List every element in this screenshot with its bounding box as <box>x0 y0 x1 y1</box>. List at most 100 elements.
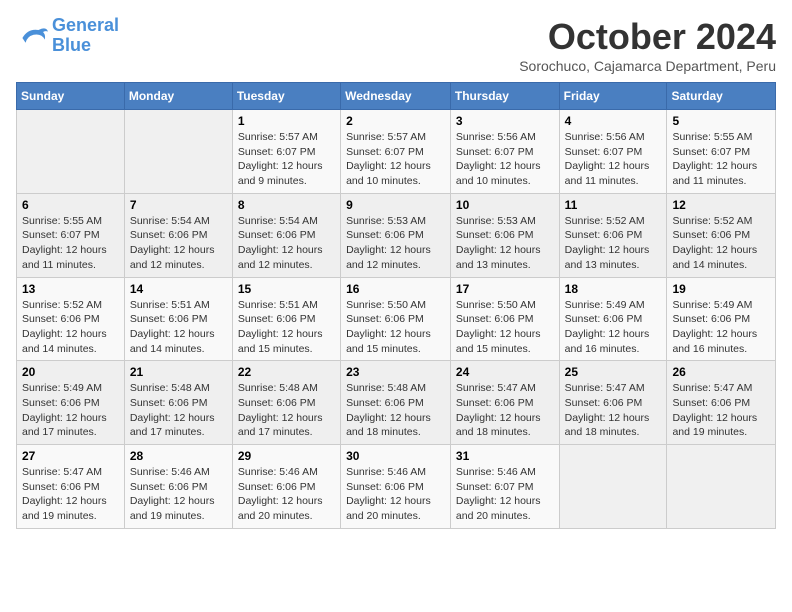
day-number: 8 <box>238 198 335 212</box>
day-number: 16 <box>346 282 445 296</box>
calendar-cell: 20 Sunrise: 5:49 AM Sunset: 6:06 PM Dayli… <box>17 361 125 445</box>
calendar-cell: 13 Sunrise: 5:52 AM Sunset: 6:06 PM Dayli… <box>17 277 125 361</box>
calendar-cell: 14 Sunrise: 5:51 AM Sunset: 6:06 PM Dayli… <box>124 277 232 361</box>
day-number: 5 <box>672 114 770 128</box>
weekday-header-tuesday: Tuesday <box>232 83 340 110</box>
day-info: Sunrise: 5:52 AM Sunset: 6:06 PM Dayligh… <box>565 214 662 273</box>
day-info: Sunrise: 5:47 AM Sunset: 6:06 PM Dayligh… <box>456 381 554 440</box>
day-number: 19 <box>672 282 770 296</box>
day-number: 30 <box>346 449 445 463</box>
week-row-4: 20 Sunrise: 5:49 AM Sunset: 6:06 PM Dayli… <box>17 361 776 445</box>
day-number: 20 <box>22 365 119 379</box>
day-info: Sunrise: 5:55 AM Sunset: 6:07 PM Dayligh… <box>22 214 119 273</box>
day-info: Sunrise: 5:56 AM Sunset: 6:07 PM Dayligh… <box>565 130 662 189</box>
day-info: Sunrise: 5:53 AM Sunset: 6:06 PM Dayligh… <box>456 214 554 273</box>
calendar-cell: 12 Sunrise: 5:52 AM Sunset: 6:06 PM Dayli… <box>667 193 776 277</box>
week-row-2: 6 Sunrise: 5:55 AM Sunset: 6:07 PM Daylig… <box>17 193 776 277</box>
calendar-cell: 17 Sunrise: 5:50 AM Sunset: 6:06 PM Dayli… <box>450 277 559 361</box>
day-info: Sunrise: 5:46 AM Sunset: 6:06 PM Dayligh… <box>346 465 445 524</box>
logo-blue: Blue <box>52 35 91 55</box>
day-info: Sunrise: 5:52 AM Sunset: 6:06 PM Dayligh… <box>22 298 119 357</box>
calendar-cell: 10 Sunrise: 5:53 AM Sunset: 6:06 PM Dayli… <box>450 193 559 277</box>
page-header: General Blue October 2024 Sorochuco, Caj… <box>16 16 776 74</box>
day-info: Sunrise: 5:56 AM Sunset: 6:07 PM Dayligh… <box>456 130 554 189</box>
day-info: Sunrise: 5:46 AM Sunset: 6:07 PM Dayligh… <box>456 465 554 524</box>
day-number: 6 <box>22 198 119 212</box>
day-info: Sunrise: 5:46 AM Sunset: 6:06 PM Dayligh… <box>130 465 227 524</box>
day-number: 17 <box>456 282 554 296</box>
calendar-cell <box>559 445 667 529</box>
calendar-cell: 6 Sunrise: 5:55 AM Sunset: 6:07 PM Daylig… <box>17 193 125 277</box>
day-number: 7 <box>130 198 227 212</box>
month-title: October 2024 <box>519 16 776 58</box>
day-info: Sunrise: 5:50 AM Sunset: 6:06 PM Dayligh… <box>456 298 554 357</box>
calendar-cell: 8 Sunrise: 5:54 AM Sunset: 6:06 PM Daylig… <box>232 193 340 277</box>
calendar-cell: 24 Sunrise: 5:47 AM Sunset: 6:06 PM Dayli… <box>450 361 559 445</box>
day-info: Sunrise: 5:47 AM Sunset: 6:06 PM Dayligh… <box>22 465 119 524</box>
day-info: Sunrise: 5:52 AM Sunset: 6:06 PM Dayligh… <box>672 214 770 273</box>
day-number: 15 <box>238 282 335 296</box>
calendar-cell: 1 Sunrise: 5:57 AM Sunset: 6:07 PM Daylig… <box>232 110 340 194</box>
weekday-header-sunday: Sunday <box>17 83 125 110</box>
calendar-cell: 29Sunrise: 5:46 AM Sunset: 6:06 PM Dayli… <box>232 445 340 529</box>
day-info: Sunrise: 5:51 AM Sunset: 6:06 PM Dayligh… <box>238 298 335 357</box>
day-number: 27 <box>22 449 119 463</box>
day-info: Sunrise: 5:47 AM Sunset: 6:06 PM Dayligh… <box>672 381 770 440</box>
calendar-cell <box>17 110 125 194</box>
weekday-header-friday: Friday <box>559 83 667 110</box>
day-number: 13 <box>22 282 119 296</box>
day-number: 26 <box>672 365 770 379</box>
calendar-cell: 21 Sunrise: 5:48 AM Sunset: 6:06 PM Dayli… <box>124 361 232 445</box>
day-number: 12 <box>672 198 770 212</box>
day-number: 24 <box>456 365 554 379</box>
calendar-cell <box>124 110 232 194</box>
calendar-cell: 5 Sunrise: 5:55 AM Sunset: 6:07 PM Daylig… <box>667 110 776 194</box>
day-number: 3 <box>456 114 554 128</box>
calendar-cell: 7Sunrise: 5:54 AM Sunset: 6:06 PM Daylig… <box>124 193 232 277</box>
calendar-cell <box>667 445 776 529</box>
day-number: 10 <box>456 198 554 212</box>
day-number: 1 <box>238 114 335 128</box>
calendar-cell: 18Sunrise: 5:49 AM Sunset: 6:06 PM Dayli… <box>559 277 667 361</box>
day-number: 21 <box>130 365 227 379</box>
day-info: Sunrise: 5:57 AM Sunset: 6:07 PM Dayligh… <box>346 130 445 189</box>
weekday-header-monday: Monday <box>124 83 232 110</box>
calendar-cell: 25Sunrise: 5:47 AM Sunset: 6:06 PM Dayli… <box>559 361 667 445</box>
weekday-header-row: SundayMondayTuesdayWednesdayThursdayFrid… <box>17 83 776 110</box>
calendar-cell: 3 Sunrise: 5:56 AM Sunset: 6:07 PM Daylig… <box>450 110 559 194</box>
calendar-cell: 15 Sunrise: 5:51 AM Sunset: 6:06 PM Dayli… <box>232 277 340 361</box>
day-number: 11 <box>565 198 662 212</box>
day-info: Sunrise: 5:54 AM Sunset: 6:06 PM Dayligh… <box>238 214 335 273</box>
day-number: 4 <box>565 114 662 128</box>
day-number: 23 <box>346 365 445 379</box>
day-number: 14 <box>130 282 227 296</box>
day-info: Sunrise: 5:49 AM Sunset: 6:06 PM Dayligh… <box>672 298 770 357</box>
logo-icon <box>16 22 48 50</box>
day-info: Sunrise: 5:48 AM Sunset: 6:06 PM Dayligh… <box>346 381 445 440</box>
calendar-cell: 16 Sunrise: 5:50 AM Sunset: 6:06 PM Dayli… <box>341 277 451 361</box>
title-block: October 2024 Sorochuco, Cajamarca Depart… <box>519 16 776 74</box>
day-number: 29 <box>238 449 335 463</box>
calendar-cell: 19 Sunrise: 5:49 AM Sunset: 6:06 PM Dayli… <box>667 277 776 361</box>
calendar-cell: 11 Sunrise: 5:52 AM Sunset: 6:06 PM Dayli… <box>559 193 667 277</box>
day-info: Sunrise: 5:53 AM Sunset: 6:06 PM Dayligh… <box>346 214 445 273</box>
day-info: Sunrise: 5:51 AM Sunset: 6:06 PM Dayligh… <box>130 298 227 357</box>
calendar-cell: 23 Sunrise: 5:48 AM Sunset: 6:06 PM Dayli… <box>341 361 451 445</box>
calendar-cell: 28Sunrise: 5:46 AM Sunset: 6:06 PM Dayli… <box>124 445 232 529</box>
day-info: Sunrise: 5:55 AM Sunset: 6:07 PM Dayligh… <box>672 130 770 189</box>
calendar-table: SundayMondayTuesdayWednesdayThursdayFrid… <box>16 82 776 529</box>
day-number: 18 <box>565 282 662 296</box>
calendar-cell: 31 Sunrise: 5:46 AM Sunset: 6:07 PM Dayli… <box>450 445 559 529</box>
calendar-cell: 27 Sunrise: 5:47 AM Sunset: 6:06 PM Dayli… <box>17 445 125 529</box>
day-info: Sunrise: 5:47 AM Sunset: 6:06 PM Dayligh… <box>565 381 662 440</box>
day-info: Sunrise: 5:48 AM Sunset: 6:06 PM Dayligh… <box>130 381 227 440</box>
day-number: 22 <box>238 365 335 379</box>
day-number: 31 <box>456 449 554 463</box>
day-info: Sunrise: 5:57 AM Sunset: 6:07 PM Dayligh… <box>238 130 335 189</box>
calendar-cell: 4 Sunrise: 5:56 AM Sunset: 6:07 PM Daylig… <box>559 110 667 194</box>
location-subtitle: Sorochuco, Cajamarca Department, Peru <box>519 58 776 74</box>
logo: General Blue <box>16 16 119 56</box>
week-row-3: 13 Sunrise: 5:52 AM Sunset: 6:06 PM Dayli… <box>17 277 776 361</box>
day-info: Sunrise: 5:49 AM Sunset: 6:06 PM Dayligh… <box>22 381 119 440</box>
day-info: Sunrise: 5:50 AM Sunset: 6:06 PM Dayligh… <box>346 298 445 357</box>
